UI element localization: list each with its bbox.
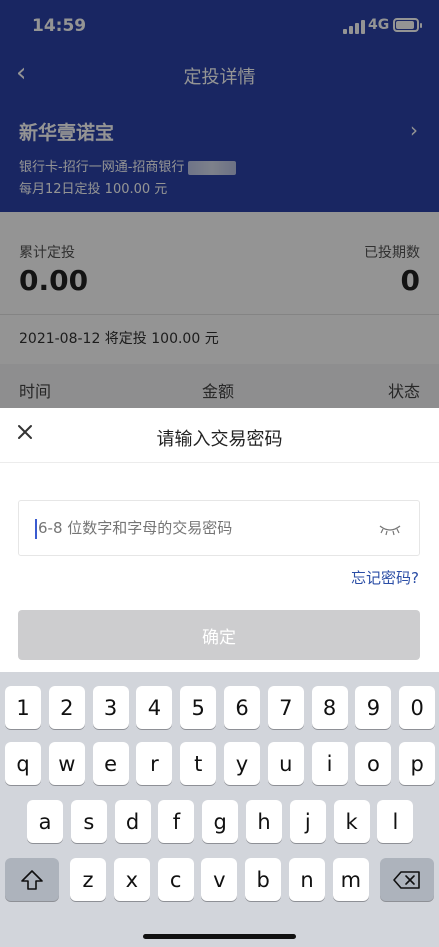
home-indicator	[143, 934, 296, 939]
key-s[interactable]: s	[70, 800, 107, 843]
dialog-title: 请输入交易密码	[156, 429, 283, 450]
key-x[interactable]: x	[113, 858, 150, 901]
key-3[interactable]: 3	[92, 686, 129, 729]
backspace-icon	[393, 870, 420, 889]
key-z[interactable]: z	[70, 858, 106, 901]
key-m[interactable]: m	[332, 858, 369, 901]
key-0[interactable]: 0	[399, 686, 436, 729]
forgot-password-link[interactable]: 忘记密码?	[351, 567, 419, 588]
key-y[interactable]: y	[224, 742, 260, 785]
key-w[interactable]: w	[48, 742, 85, 785]
key-o[interactable]: o	[355, 742, 392, 785]
key-q[interactable]: q	[5, 742, 41, 785]
key-d[interactable]: d	[114, 800, 151, 843]
key-u[interactable]: u	[267, 742, 304, 785]
key-v[interactable]: v	[201, 858, 238, 901]
password-field[interactable]	[18, 500, 420, 556]
key-4[interactable]: 4	[136, 686, 173, 729]
key-6[interactable]: 6	[224, 686, 260, 729]
key-r[interactable]: r	[136, 742, 173, 785]
backspace-key[interactable]	[380, 858, 434, 901]
key-9[interactable]: 9	[355, 686, 392, 729]
key-l[interactable]: l	[377, 800, 414, 843]
keyboard: 1234567890 qwertyuiop asdfghjkl zxcvbnm	[0, 672, 439, 947]
shift-icon	[21, 869, 43, 890]
confirm-button[interactable]: 确定	[18, 610, 420, 660]
dialog-divider	[0, 462, 439, 463]
text-caret	[35, 519, 37, 539]
key-t[interactable]: t	[180, 742, 217, 785]
modal-overlay[interactable]	[0, 0, 439, 408]
key-5[interactable]: 5	[180, 686, 217, 729]
key-n[interactable]: n	[289, 858, 325, 901]
key-p[interactable]: p	[399, 742, 436, 785]
key-f[interactable]: f	[158, 800, 195, 843]
key-h[interactable]: h	[246, 800, 282, 843]
key-a[interactable]: a	[27, 800, 63, 843]
key-i[interactable]: i	[311, 742, 348, 785]
password-input[interactable]	[38, 519, 368, 537]
key-g[interactable]: g	[202, 800, 239, 843]
key-8[interactable]: 8	[311, 686, 348, 729]
password-dialog: 请输入交易密码 忘记密码? 确定	[0, 408, 439, 672]
key-j[interactable]: j	[289, 800, 326, 843]
key-2[interactable]: 2	[48, 686, 85, 729]
key-e[interactable]: e	[92, 742, 129, 785]
key-1[interactable]: 1	[5, 686, 41, 729]
key-7[interactable]: 7	[267, 686, 304, 729]
key-b[interactable]: b	[245, 858, 282, 901]
eye-closed-icon[interactable]	[379, 522, 401, 536]
shift-key[interactable]	[5, 858, 59, 901]
key-k[interactable]: k	[333, 800, 370, 843]
key-c[interactable]: c	[157, 858, 194, 901]
